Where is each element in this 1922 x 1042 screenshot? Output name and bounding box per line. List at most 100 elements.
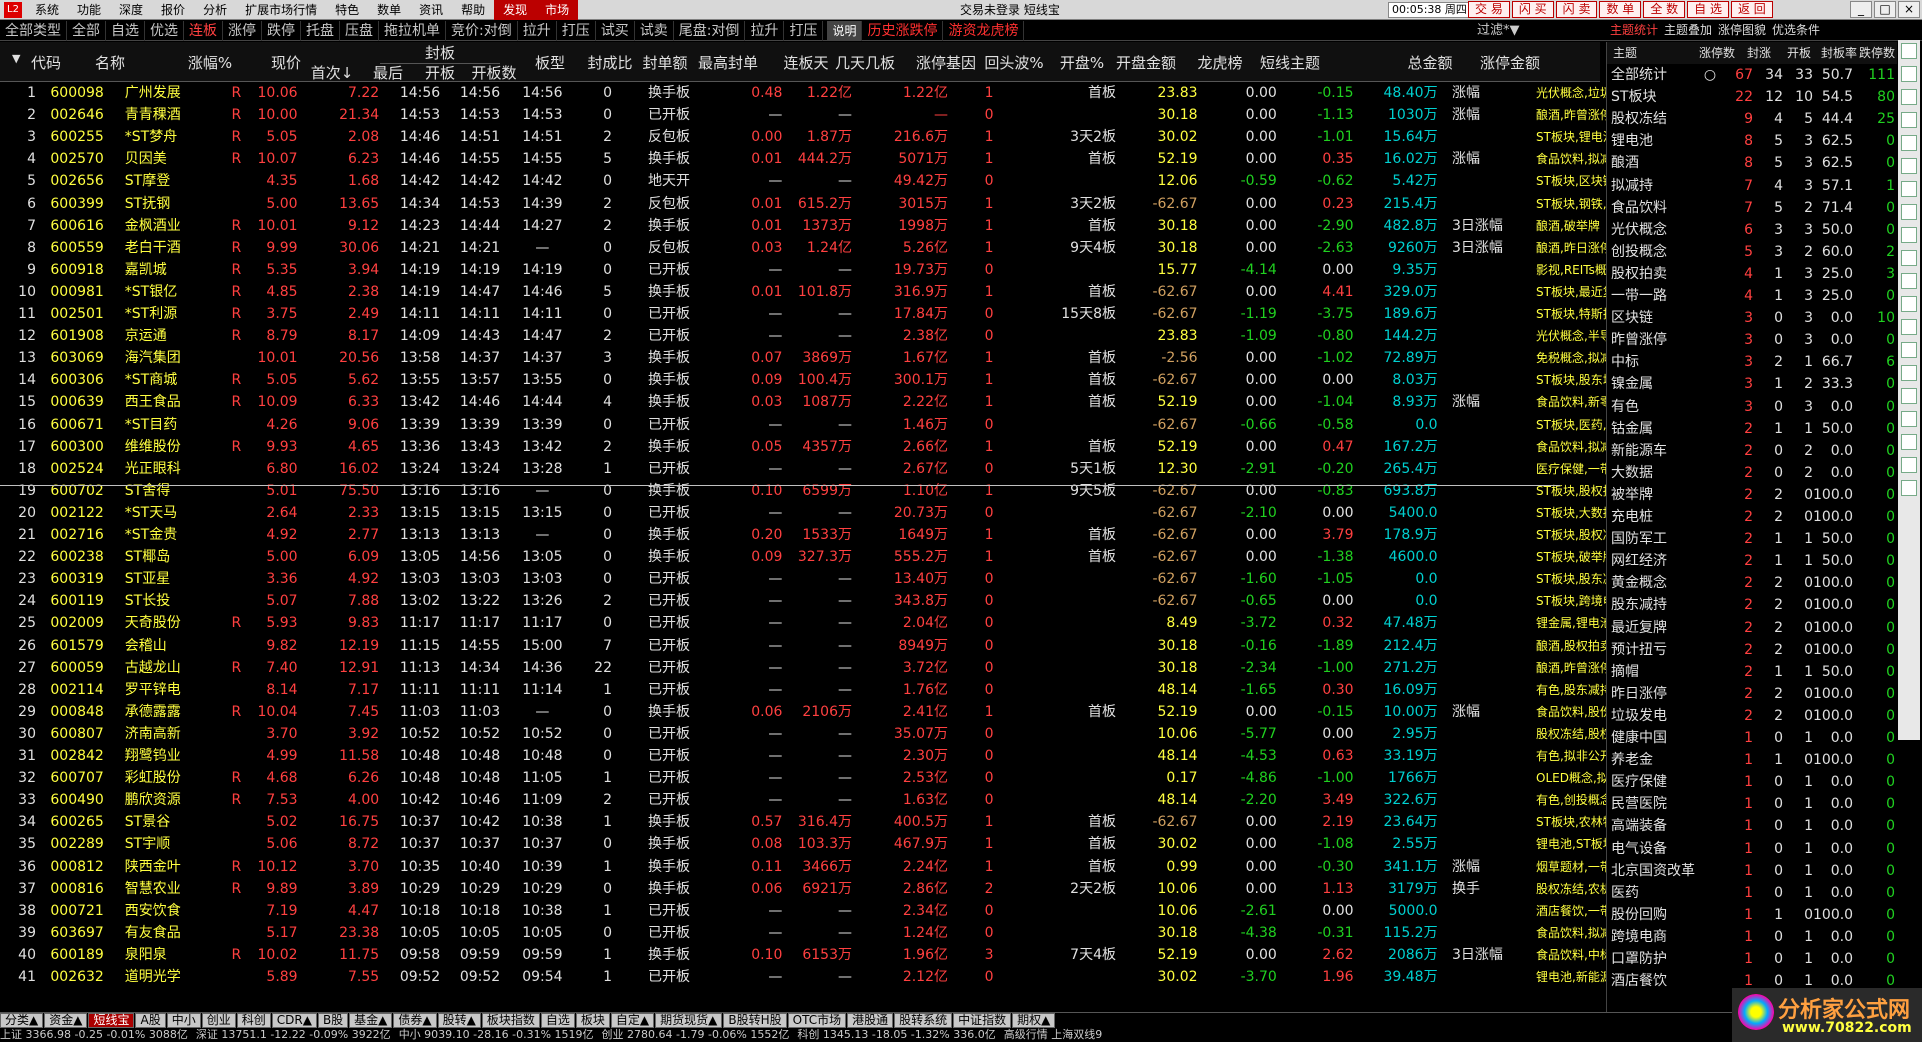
- table-row[interactable]: 6 600399 ST抚钢 5.00 13.65 14:34 14:53 14:39 2 反包板 0…: [0, 193, 1889, 215]
- table-row[interactable]: 4 002570 贝因美 R 10.07 6.23 14:46 14:55 14:55 5 换手板 0…: [0, 148, 1889, 170]
- tab-9[interactable]: 拖拉机单: [379, 20, 446, 41]
- theme-row[interactable]: 全部统计 ○ 67 34 33 50.7 111: [1607, 64, 1897, 86]
- table-row[interactable]: 10 000981 *ST银亿 R 4.85 2.38 14:19 14:47 14:46 5 换手…: [0, 281, 1889, 303]
- table-row[interactable]: 5 002656 ST摩登 4.35 1.68 14:42 14:42 14:42 0 地天开 — —…: [0, 170, 1889, 192]
- theme-row[interactable]: 钴金属 2 1 1 50.0 0: [1607, 418, 1897, 440]
- market-tab[interactable]: 港股通: [847, 1013, 894, 1028]
- theme-row[interactable]: 电气设备 1 0 1 0.0 0: [1607, 838, 1897, 860]
- toolbar-icon[interactable]: [1901, 480, 1917, 496]
- column-header-openpct[interactable]: 开盘%: [1052, 52, 1112, 73]
- history-tab[interactable]: 历史涨跌停: [862, 20, 944, 41]
- column-header-maxamt[interactable]: 最高封单: [683, 52, 773, 73]
- column-header-jtjb[interactable]: 几天几板: [825, 52, 905, 73]
- tab-15[interactable]: 尾盘:对倒: [674, 20, 746, 41]
- table-row[interactable]: 28 002114 罗平锌电 8.14 7.17 11:11 11:11 11:14 1 已开板 —…: [0, 679, 1889, 701]
- table-row[interactable]: 13 603069 海汽集团 10.01 20.56 13:58 14:37 14:37 3 换手…: [0, 347, 1889, 369]
- tab-16[interactable]: 拉升: [745, 20, 785, 41]
- side-column-header[interactable]: 开板: [1771, 45, 1811, 61]
- side-column-header[interactable]: 涨停数: [1685, 45, 1735, 61]
- table-row[interactable]: 34 600265 ST景谷 5.02 16.75 10:37 10:42 10:38 1 换手板…: [0, 811, 1889, 833]
- theme-row[interactable]: 被举牌 2 2 0 100.0 0: [1607, 484, 1897, 506]
- market-tab[interactable]: 基金▲: [349, 1013, 393, 1028]
- table-row[interactable]: 26 601579 会稽山 9.82 12.19 11:15 14:55 15:00 7 已开板 —…: [0, 635, 1889, 657]
- theme-row[interactable]: 健康中国 1 0 1 0.0 0: [1607, 727, 1897, 749]
- tab-5[interactable]: 涨停: [223, 20, 262, 41]
- market-tab[interactable]: 板块指数: [481, 1013, 540, 1028]
- theme-row[interactable]: 垃圾发电 2 2 0 100.0 0: [1607, 705, 1897, 727]
- table-row[interactable]: 30 600807 济南高新 3.70 3.92 10:52 10:52 10:52 0 已开板 —…: [0, 723, 1889, 745]
- market-tab[interactable]: B股: [317, 1013, 349, 1028]
- quick-button[interactable]: 闪 买: [1511, 1, 1554, 18]
- theme-row[interactable]: 昨日涨停 2 2 0 100.0 0: [1607, 683, 1897, 705]
- theme-row[interactable]: 充电桩 2 2 0 100.0 0: [1607, 506, 1897, 528]
- column-header-open[interactable]: 开板: [410, 62, 470, 83]
- table-row[interactable]: 14 600306 *ST商城 R 5.05 5.62 13:55 13:57 13:55 0 换手…: [0, 369, 1889, 391]
- column-header-type[interactable]: 板型: [520, 52, 580, 73]
- side-column-header[interactable]: 跌停数: [1857, 45, 1895, 61]
- theme-row[interactable]: 股权冻结 9 4 5 44.4 25: [1607, 108, 1897, 130]
- toolbar-icon[interactable]: [1901, 365, 1917, 381]
- theme-row[interactable]: 新能源车 2 0 2 0.0 0: [1607, 440, 1897, 462]
- side-tab[interactable]: 优选条件: [1769, 21, 1823, 37]
- toolbar-icon[interactable]: [1901, 434, 1917, 450]
- tab-13[interactable]: 试买: [596, 20, 635, 41]
- menu-item[interactable]: 功能: [68, 0, 110, 20]
- tab-17[interactable]: 打压: [784, 20, 824, 41]
- column-header-last[interactable]: 最后: [358, 62, 418, 83]
- market-tab[interactable]: 科创: [236, 1013, 271, 1028]
- menu-item[interactable]: 扩展市场行情: [236, 0, 326, 20]
- column-header-total[interactable]: 总金额: [1395, 52, 1465, 73]
- table-row[interactable]: 9 600918 嘉凯城 R 5.35 3.94 14:19 14:19 14:19 0 已开板 — —…: [0, 259, 1889, 281]
- market-tab[interactable]: 短线宝: [88, 1013, 135, 1028]
- column-header-ztamt[interactable]: 涨停金额: [1470, 52, 1550, 73]
- table-row[interactable]: 36 000812 陕西金叶 R 10.12 3.70 10:35 10:40 10:39 1 换手…: [0, 856, 1889, 878]
- table-row[interactable]: 24 600119 ST长投 5.07 7.88 13:02 13:22 13:26 2 已开板 —…: [0, 590, 1889, 612]
- toolbar-icon[interactable]: [1901, 66, 1917, 82]
- toolbar-icon[interactable]: [1901, 204, 1917, 220]
- theme-row[interactable]: 预计扭亏 2 2 0 100.0 0: [1607, 639, 1897, 661]
- theme-row[interactable]: 养老金 1 1 0 100.0 0: [1607, 749, 1897, 771]
- theme-row[interactable]: 食品饮料 7 5 2 71.4 0: [1607, 197, 1897, 219]
- toolbar-icon[interactable]: [1901, 181, 1917, 197]
- theme-row[interactable]: 跨境电商 1 0 1 0.0 0: [1607, 926, 1897, 948]
- quick-button[interactable]: 交 易: [1468, 1, 1510, 18]
- theme-row[interactable]: 中标 3 2 1 66.7 6: [1607, 351, 1897, 373]
- table-row[interactable]: 39 603697 有友食品 5.17 23.38 10:05 10:05 10:05 0 已开板…: [0, 922, 1889, 944]
- tab-12[interactable]: 打压: [557, 20, 596, 41]
- table-row[interactable]: 33 600490 鹏欣资源 R 7.53 4.00 10:42 10:46 11:09 2 已开板…: [0, 789, 1889, 811]
- table-row[interactable]: 23 600319 ST亚星 3.36 4.92 13:03 13:03 13:03 0 已开板 —…: [0, 568, 1889, 590]
- column-header-code[interactable]: 代码: [16, 52, 76, 73]
- column-header-base[interactable]: 涨停基因: [911, 52, 981, 73]
- market-tab[interactable]: 分类▲: [0, 1013, 44, 1028]
- market-tab[interactable]: 中证指数: [953, 1013, 1012, 1028]
- menu-item-highlight[interactable]: 发现: [494, 0, 537, 20]
- table-row[interactable]: 32 600707 彩虹股份 R 4.68 6.26 10:48 10:48 11:05 1 已开板…: [0, 767, 1889, 789]
- market-tab[interactable]: 创业: [201, 1013, 236, 1028]
- market-tab[interactable]: 债券▲: [393, 1013, 437, 1028]
- theme-row[interactable]: 拟减持 7 4 3 57.1 1: [1607, 175, 1897, 197]
- menu-item[interactable]: 报价: [152, 0, 194, 20]
- side-column-header[interactable]: 封涨: [1735, 45, 1771, 61]
- market-tab[interactable]: 板块: [575, 1013, 610, 1028]
- table-row[interactable]: 2 002646 青青稞酒 R 10.00 21.34 14:53 14:53 14:53 0 已开…: [0, 104, 1889, 126]
- market-tab[interactable]: 股转系统: [894, 1013, 953, 1028]
- table-row[interactable]: 21 002716 *ST金贵 4.92 2.77 13:13 13:13—0 换手板 0.20…: [0, 524, 1889, 546]
- explain-button[interactable]: 说明: [827, 20, 863, 41]
- tab-4[interactable]: 连板: [184, 20, 223, 41]
- theme-row[interactable]: 有色 3 0 3 0.0 0: [1607, 396, 1897, 418]
- menu-item[interactable]: 分析: [194, 0, 236, 20]
- table-row[interactable]: 11 002501 *ST利源 R 3.75 2.49 14:11 14:11 14:11 0 已开…: [0, 303, 1889, 325]
- market-tab[interactable]: 自定▲: [610, 1013, 655, 1028]
- column-header-ratio[interactable]: 封成比: [580, 52, 640, 73]
- market-tab[interactable]: 期货现货▲: [655, 1013, 723, 1028]
- toolbar-icon[interactable]: [1901, 388, 1917, 404]
- theme-row[interactable]: 创投概念 5 3 2 60.0 2: [1607, 241, 1897, 263]
- theme-row[interactable]: 网红经济 2 1 1 50.0 0: [1607, 550, 1897, 572]
- menu-item[interactable]: 帮助: [452, 0, 494, 20]
- table-row[interactable]: 16 600671 *ST目药 4.26 9.06 13:39 13:39 13:39 0 已开板…: [0, 414, 1889, 436]
- tab-0[interactable]: 全部类型: [0, 20, 67, 41]
- toolbar-icon[interactable]: [1901, 158, 1917, 174]
- window-control-button[interactable]: □: [1874, 1, 1896, 18]
- theme-row[interactable]: 锂电池 8 5 3 62.5 0: [1607, 130, 1897, 152]
- toolbar-icon[interactable]: [1901, 411, 1917, 427]
